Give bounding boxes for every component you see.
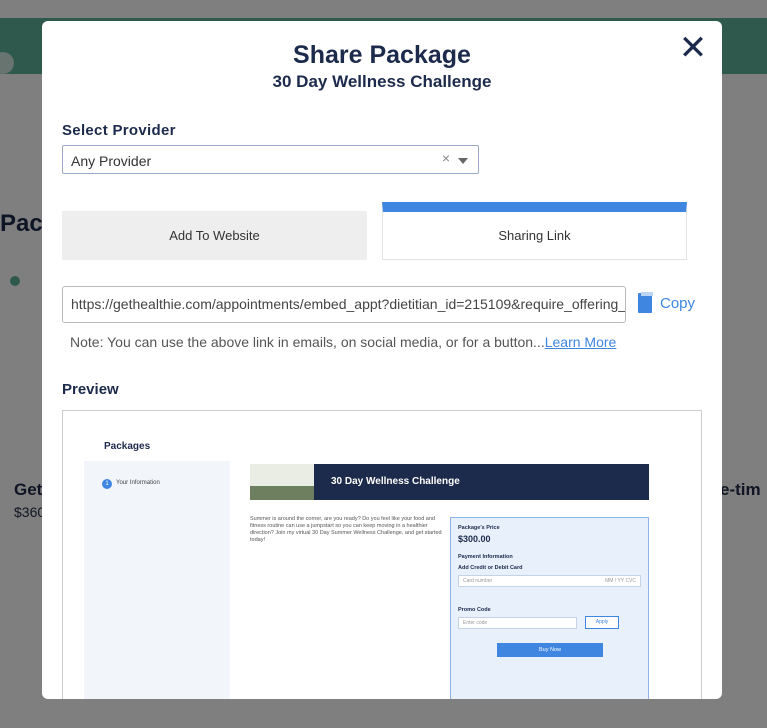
provider-select[interactable]: Any Provider × [62, 145, 479, 174]
preview-card-input: Card number MM / YY CVC [458, 575, 641, 587]
preview-buy-button: Buy Now [497, 643, 603, 657]
preview-card-date: MM / YY CVC [605, 578, 636, 584]
preview-sidebar: 1 Your Information [84, 461, 230, 699]
close-icon[interactable]: ✕ [678, 31, 708, 65]
preview-heading: Preview [62, 381, 119, 398]
select-provider-label: Select Provider [62, 122, 176, 139]
preview-add-card: Add Credit or Debit Card [458, 565, 523, 571]
preview-step-number: 1 [102, 479, 112, 489]
tab-sharing-link[interactable]: Sharing Link [382, 202, 687, 260]
preview-apply-button: Apply [585, 616, 619, 629]
preview-price-label: Package's Price [458, 525, 500, 531]
preview-description: Summer is around the corner, are you rea… [250, 516, 442, 543]
sharing-note: Note: You can use the above link in emai… [70, 334, 616, 350]
copy-label: Copy [660, 295, 696, 312]
preview-step-label: Your Information [116, 480, 160, 486]
preview-packages-title: Packages [104, 441, 151, 452]
provider-select-value: Any Provider [71, 153, 152, 169]
preview-promo-label: Promo Code [458, 607, 491, 613]
clear-icon[interactable]: × [442, 150, 450, 166]
copy-button[interactable]: Copy [638, 291, 698, 317]
sharing-link-input[interactable]: https://gethealthie.com/appointments/emb… [62, 286, 626, 323]
note-text: Note: You can use the above link in emai… [70, 334, 545, 350]
preview-frame: Packages 1 Your Information 30 Day Welln… [62, 410, 702, 699]
modal-subtitle: 30 Day Wellness Challenge [272, 72, 492, 91]
preview-card-placeholder: Card number [463, 578, 493, 584]
preview-banner-image [250, 464, 314, 500]
preview-banner: 30 Day Wellness Challenge [250, 464, 649, 500]
preview-price: $300.00 [458, 534, 491, 544]
preview-payment-info: Payment Information [458, 554, 513, 560]
learn-more-link[interactable]: Learn More [545, 334, 617, 350]
share-package-modal: Share Package 30 Day Wellness Challenge … [42, 21, 722, 699]
preview-banner-title: 30 Day Wellness Challenge [331, 476, 460, 487]
chevron-down-icon[interactable] [458, 158, 468, 164]
modal-title: Share Package [293, 41, 471, 69]
tab-add-to-website[interactable]: Add To Website [62, 211, 367, 260]
clipboard-icon [638, 292, 653, 313]
preview-promo-input: Enter code [458, 617, 577, 629]
preview-payment-card: Package's Price $300.00 Payment Informat… [450, 517, 649, 699]
